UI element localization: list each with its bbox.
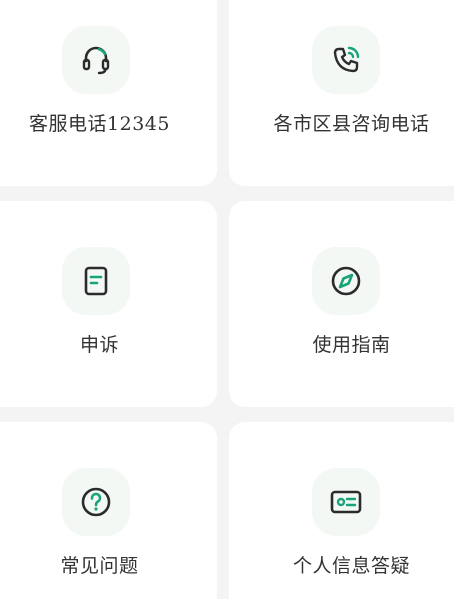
card-appeal[interactable]: 申诉: [0, 201, 217, 407]
id-card-icon: [312, 468, 380, 536]
question-circle-icon: [62, 468, 130, 536]
headset-icon: [62, 26, 130, 94]
card-customer-service-hotline[interactable]: 客服电话12345: [0, 0, 217, 186]
card-regional-consult-phone[interactable]: 各市区县咨询电话: [229, 0, 454, 186]
card-label: 常见问题: [60, 555, 139, 577]
card-user-guide[interactable]: 使用指南: [229, 201, 454, 407]
card-personal-info-qa[interactable]: 个人信息答疑: [229, 422, 454, 599]
card-label: 各市区县咨询电话: [273, 113, 430, 135]
card-label: 客服电话12345: [29, 113, 170, 135]
card-label: 个人信息答疑: [292, 555, 410, 577]
card-label: 使用指南: [312, 334, 391, 356]
card-faq[interactable]: 常见问题: [0, 422, 217, 599]
service-menu-grid: 客服电话12345 各市区县咨询电话 申诉 使用指南 常见问题 个人信息答疑: [0, 0, 454, 599]
compass-icon: [312, 247, 380, 315]
card-label: 申诉: [79, 334, 119, 356]
phone-call-icon: [312, 26, 380, 94]
document-icon: [62, 247, 130, 315]
